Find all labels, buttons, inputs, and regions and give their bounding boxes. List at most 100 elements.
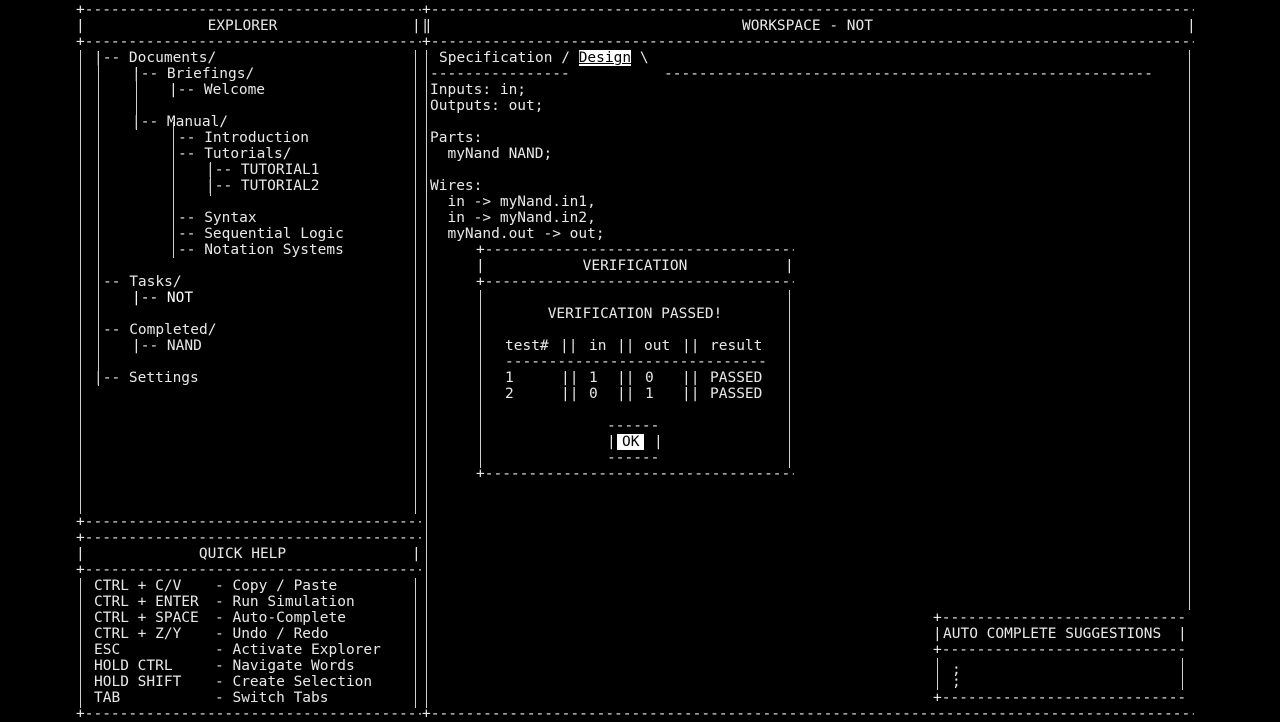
- quickhelp-title: QUICK HELP: [198, 546, 287, 562]
- ok-button[interactable]: OK: [617, 434, 645, 450]
- quickhelp-action: - Navigate Words: [215, 658, 355, 674]
- cell-in: 1: [589, 370, 598, 386]
- cell-out: 1: [645, 386, 654, 402]
- autocomplete-bottom-border: +------------------------------+: [933, 690, 1186, 706]
- cell-result: PASSED: [710, 370, 763, 386]
- quickhelp-keys: HOLD CTRL: [94, 658, 173, 674]
- quickhelp-header-divider: +---------------------------------------…: [76, 562, 421, 578]
- dialog-title: VERIFICATION: [582, 258, 688, 274]
- tree-tutorial1[interactable]: |-- TUTORIAL1: [206, 162, 320, 178]
- autocomplete-title-bar-left: |: [933, 626, 942, 642]
- code-line: Outputs: out;: [430, 98, 544, 114]
- col-divider: ||: [561, 386, 579, 402]
- tree-connector: [136, 72, 137, 130]
- code-line: myNand.out -> out;: [430, 226, 605, 242]
- tab-design[interactable]: Design: [578, 50, 632, 66]
- tab-end: \: [639, 50, 649, 66]
- autocomplete-title: AUTO COMPLETE SUGGESTIONS: [943, 626, 1162, 642]
- tree-settings[interactable]: |-- Settings: [94, 370, 199, 386]
- explorer-left-border: [80, 50, 81, 514]
- tree-connector: [210, 162, 211, 196]
- tree-syntax[interactable]: -- Syntax: [178, 210, 257, 226]
- col-header-out: out: [644, 338, 671, 354]
- autocomplete-title-bar-right: |: [1178, 626, 1187, 642]
- tab-underline-left: ----------------: [430, 66, 570, 82]
- ok-button-bottom: ------: [607, 450, 660, 466]
- cell-result: PASSED: [710, 386, 763, 402]
- top-border-left: +---------------------------------------…: [76, 2, 421, 18]
- tree-sequential-logic[interactable]: -- Sequential Logic: [178, 226, 344, 242]
- col-divider: ||: [682, 338, 700, 354]
- explorer-title-bar: |: [76, 18, 85, 34]
- quickhelp-title-bar: |: [76, 546, 85, 562]
- tree-notation-systems[interactable]: -- Notation Systems: [178, 242, 344, 258]
- col-header-result: result: [710, 338, 763, 354]
- quickhelp-right-border: [415, 578, 416, 708]
- dialog-right-border: [789, 290, 790, 468]
- cell-in: 0: [589, 386, 598, 402]
- tree-connector: [173, 122, 174, 258]
- autocomplete-header-divider: +------------------------------+: [933, 642, 1186, 658]
- tree-tasks[interactable]: -- Tasks/: [103, 274, 182, 290]
- tab-separator: /: [561, 50, 570, 66]
- col-divider: ||: [617, 386, 635, 402]
- quickhelp-left-border: [80, 578, 81, 708]
- quickhelp-action: - Undo / Redo: [215, 626, 329, 642]
- col-divider: ||: [560, 338, 578, 354]
- explorer-header-divider: +---------------------------------------…: [76, 34, 421, 50]
- tree-manual[interactable]: |-- Manual/: [132, 114, 228, 130]
- col-divider: ||: [617, 370, 635, 386]
- quickhelp-keys: ESC: [94, 642, 121, 658]
- quickhelp-action: - Run Simulation: [215, 594, 355, 610]
- quickhelp-keys: TAB: [94, 690, 121, 706]
- dialog-title-bar-right: |: [785, 258, 794, 274]
- table-header-underline: ------------------------------: [505, 354, 766, 370]
- tree-briefings[interactable]: |-- Briefings/: [132, 66, 254, 82]
- quickhelp-action: - Copy / Paste: [215, 578, 338, 594]
- col-divider: ||: [561, 370, 579, 386]
- code-line: Wires:: [430, 178, 483, 194]
- code-line: Inputs: in;: [430, 82, 527, 98]
- dialog-top-border: +--------------------------------------+: [476, 242, 794, 258]
- quickhelp-keys: CTRL + C/V: [94, 578, 182, 594]
- code-line: myNand NAND;: [430, 146, 553, 162]
- quickhelp-action: - Create Selection: [215, 674, 373, 690]
- quickhelp-top-border: +---------------------------------------…: [76, 530, 421, 546]
- workspace-left-border: [426, 50, 427, 708]
- code-line: in -> myNand.in2,: [430, 210, 596, 226]
- dialog-title-bar-left: |: [476, 258, 485, 274]
- workspace-tabs: Specification / Design \: [439, 50, 649, 66]
- tab-underline-right: ----------------------------------------…: [664, 66, 1153, 82]
- col-header-in: in: [589, 338, 607, 354]
- dialog-header-divider: +--------------------------------------+: [476, 274, 794, 290]
- quickhelp-keys: CTRL + SPACE: [94, 610, 199, 626]
- tree-completed[interactable]: -- Completed/: [103, 322, 217, 338]
- quickhelp-keys: CTRL + Z/Y: [94, 626, 182, 642]
- tree-documents[interactable]: |-- Documents/: [94, 50, 216, 66]
- workspace-title: WORKSPACE - NOT: [742, 18, 873, 34]
- tab-specification[interactable]: Specification: [439, 50, 553, 66]
- code-line: Parts:: [430, 130, 483, 146]
- quickhelp-keys: HOLD SHIFT: [94, 674, 182, 690]
- quickhelp-title-bar-right: |: [412, 546, 421, 562]
- ok-button-frame-left: |: [607, 434, 616, 450]
- col-divider: ||: [682, 370, 700, 386]
- tree-introduction[interactable]: -- Introduction: [178, 130, 309, 146]
- explorer-bottom-border: +---------------------------------------…: [76, 514, 421, 530]
- tree-welcome[interactable]: |-- Welcome: [169, 82, 265, 98]
- autocomplete-item[interactable]: ;: [952, 674, 961, 690]
- ok-button-top: ------: [607, 418, 660, 434]
- tree-tutorials[interactable]: -- Tutorials/: [178, 146, 292, 162]
- workspace-title-bar-right: |: [1187, 18, 1196, 34]
- verification-message: VERIFICATION PASSED!: [547, 306, 723, 322]
- tree-tutorial2[interactable]: |-- TUTORIAL2: [206, 178, 320, 194]
- tree-nand[interactable]: |-- NAND: [132, 338, 202, 354]
- workspace-header-divider: +---------------------------------------…: [422, 34, 1194, 50]
- col-divider: ||: [682, 386, 700, 402]
- dialog-bottom-border: +--------------------------------------+: [476, 466, 794, 482]
- workspace-right-border: [1189, 50, 1190, 610]
- quickhelp-action: - Activate Explorer: [215, 642, 381, 658]
- quickhelp-keys: CTRL + ENTER: [94, 594, 199, 610]
- tree-not[interactable]: |-- NOT: [132, 290, 193, 306]
- quickhelp-action: - Auto-Complete: [215, 610, 346, 626]
